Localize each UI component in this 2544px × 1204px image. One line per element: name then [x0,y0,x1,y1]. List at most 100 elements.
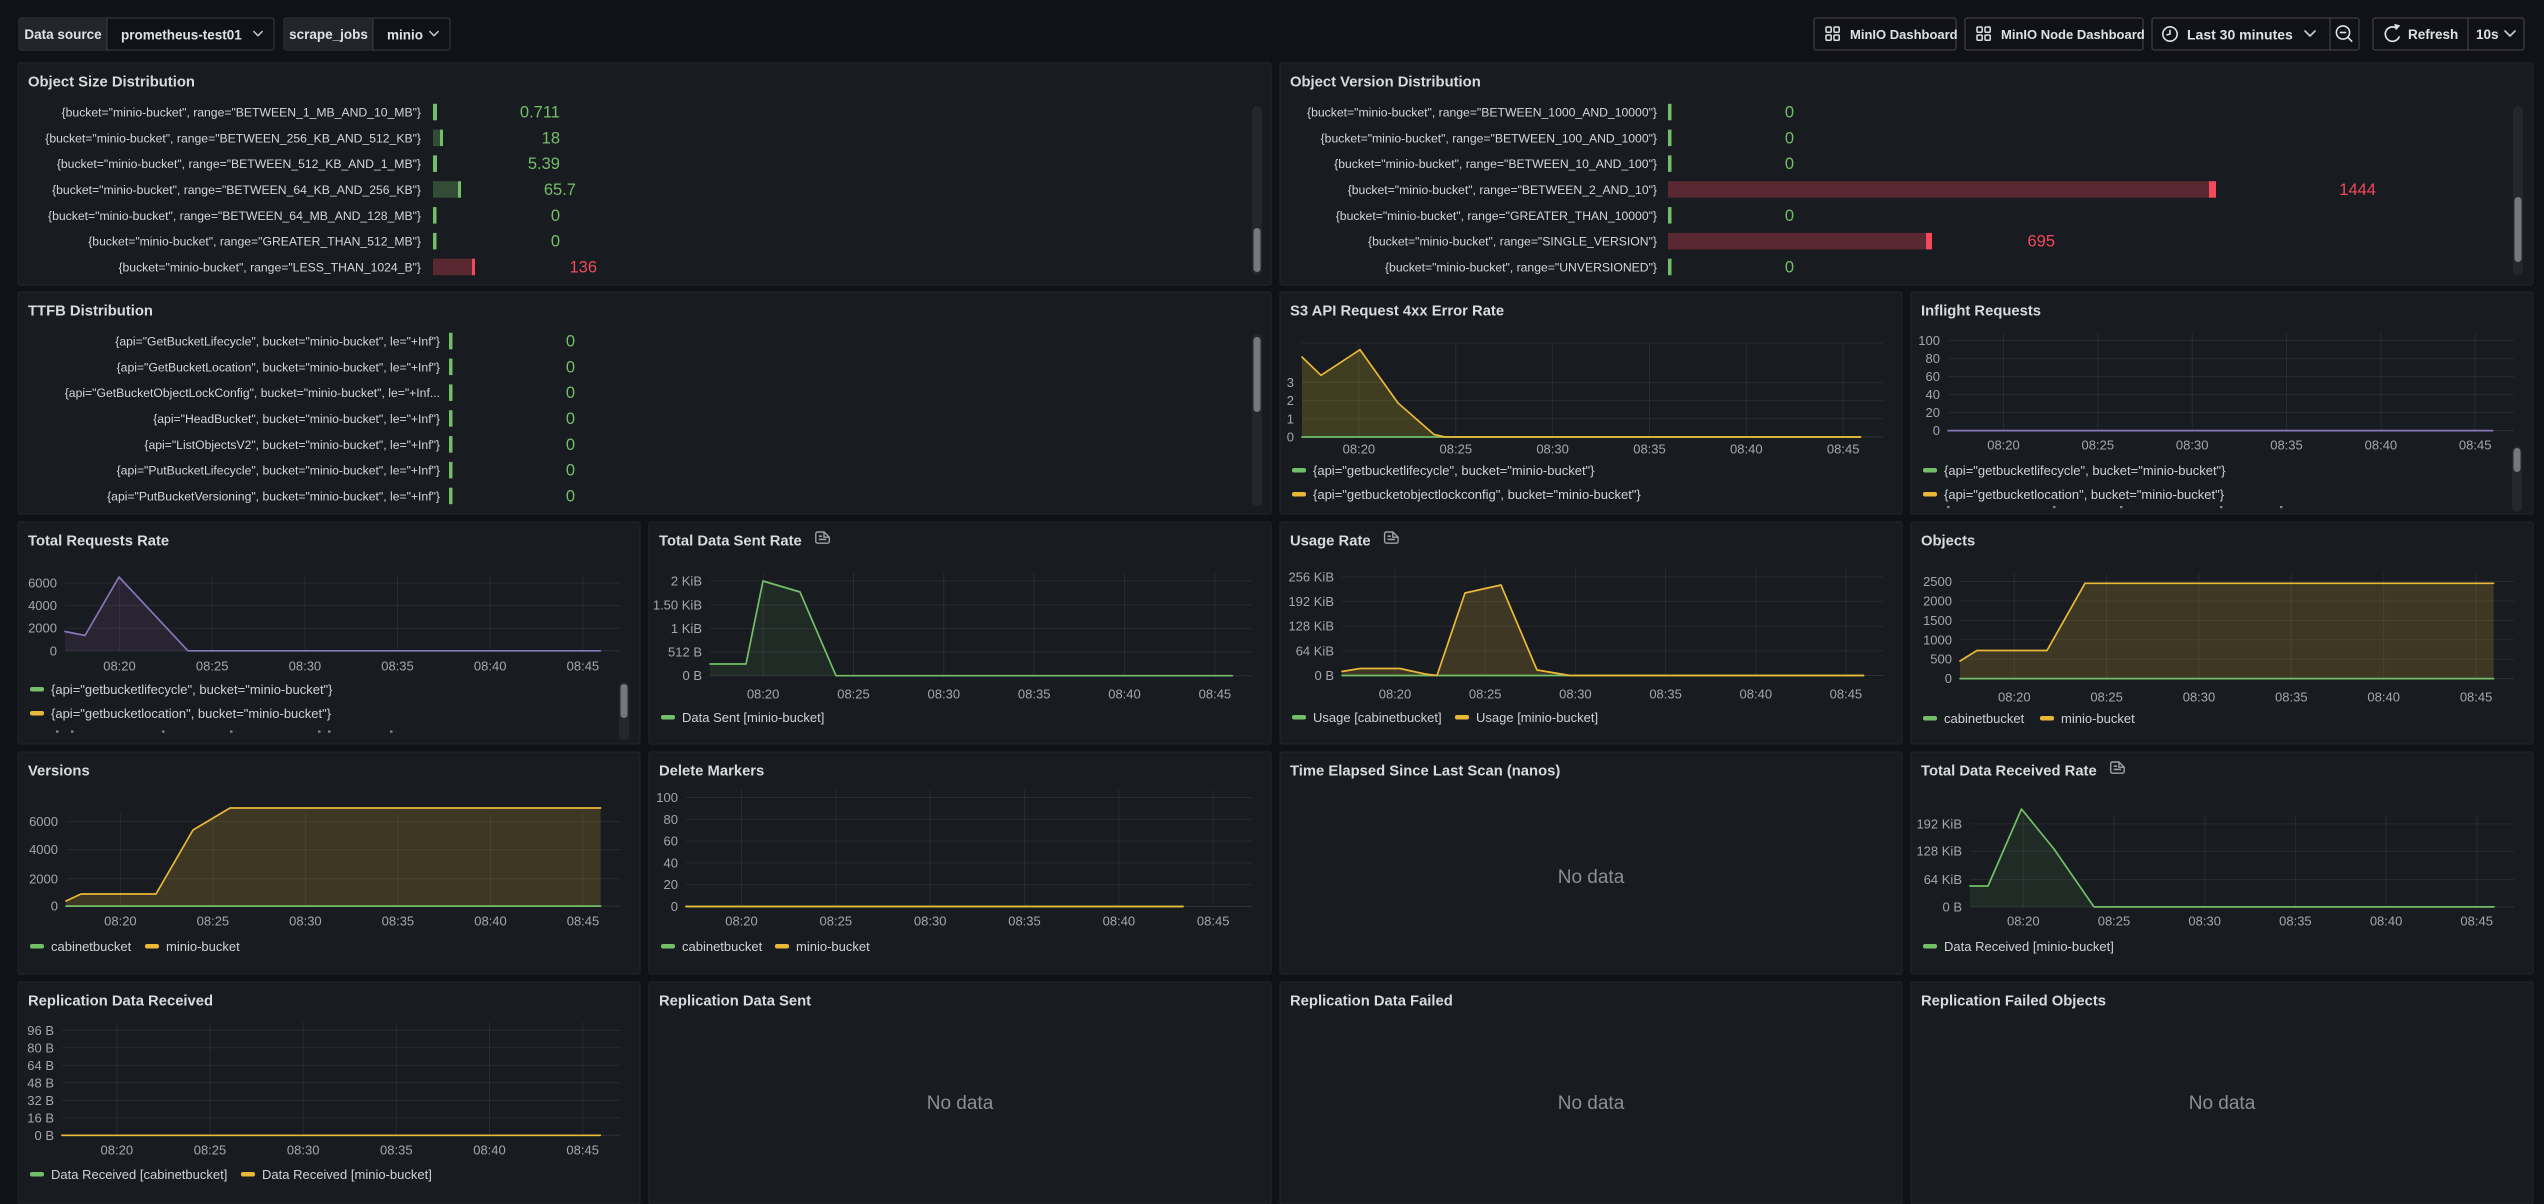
svg-text:Total Requests Rate: Total Requests Rate [28,534,169,550]
svg-text:MinIO Node Dashboard: MinIO Node Dashboard [2001,27,2145,42]
svg-text:0: 0 [1287,430,1294,445]
svg-text:{api="HeadBucket", bucket="min: {api="HeadBucket", bucket="minio-bucket"… [153,412,440,426]
svg-text:08:30: 08:30 [1559,687,1592,702]
svg-text:2000: 2000 [28,621,57,636]
svg-text:Refresh: Refresh [2408,27,2458,42]
svg-text:08:40: 08:40 [473,1143,506,1158]
svg-text:08:20: 08:20 [104,914,137,929]
svg-text:Total Data Sent Rate: Total Data Sent Rate [659,534,802,550]
svg-text:0: 0 [551,207,560,225]
svg-text:1 KiB: 1 KiB [671,621,702,636]
svg-text:08:20: 08:20 [1987,438,2020,453]
svg-text:32 B: 32 B [27,1093,54,1108]
svg-text:08:20: 08:20 [1343,442,1376,457]
svg-text:0: 0 [566,410,575,428]
svg-text:512 B: 512 B [668,645,702,660]
svg-text:08:40: 08:40 [474,914,507,929]
svg-text:08:40: 08:40 [1103,914,1136,929]
svg-text:Replication Failed Objects: Replication Failed Objects [1921,994,2106,1010]
svg-text:08:30: 08:30 [928,687,961,702]
svg-text:08:40: 08:40 [2370,914,2403,929]
svg-text:minio-bucket: minio-bucket [2061,711,2135,726]
svg-text:{bucket="minio-bucket", range=: {bucket="minio-bucket", range="BETWEEN_6… [48,209,421,223]
svg-text:192 KiB: 192 KiB [1288,594,1334,609]
svg-text:08:35: 08:35 [2270,438,2303,453]
svg-text:500: 500 [1930,652,1952,667]
svg-text:08:45: 08:45 [1830,687,1863,702]
svg-text:0 B: 0 B [682,668,702,683]
svg-text:Last 30 minutes: Last 30 minutes [2187,27,2293,43]
svg-text:{api="getbucketlocation", buck: {api="getbucketlocation", bucket="minio-… [1944,487,2225,502]
svg-text:No data: No data [1558,1093,1625,1114]
svg-text:08:30: 08:30 [289,914,322,929]
svg-text:{bucket="minio-bucket", range=: {bucket="minio-bucket", range="GREATER_T… [88,235,421,249]
svg-text:64 KiB: 64 KiB [1296,643,1334,658]
svg-text:08:40: 08:40 [1108,687,1141,702]
svg-text:08:35: 08:35 [1649,687,1682,702]
svg-text:0: 0 [566,462,575,480]
svg-text:08:25: 08:25 [2082,438,2115,453]
svg-text:16 B: 16 B [27,1110,54,1125]
svg-text:08:45: 08:45 [2460,690,2493,705]
svg-text:08:30: 08:30 [2188,914,2221,929]
svg-text:0 B: 0 B [1314,668,1334,683]
svg-text:40: 40 [1926,387,1940,402]
svg-text:128 KiB: 128 KiB [1288,619,1334,634]
svg-text:{api="getbucketlifecycle", buc: {api="getbucketlifecycle", bucket="minio… [1944,463,2226,478]
svg-text:minio: minio [387,28,423,43]
svg-text:08:35: 08:35 [1008,914,1041,929]
svg-text:MinIO Dashboard: MinIO Dashboard [1850,27,1958,42]
svg-text:08:45: 08:45 [1199,687,1232,702]
svg-text:{api="getbucketobjectlockconfi: {api="getbucketobjectlockconfig", bucket… [1313,487,1641,502]
svg-text:08:45: 08:45 [566,1143,599,1158]
svg-text:08:45: 08:45 [2460,914,2493,929]
svg-text:No data: No data [2189,1093,2256,1114]
svg-text:Object Size Distribution: Object Size Distribution [28,75,195,91]
svg-text:48 B: 48 B [27,1075,54,1090]
svg-text:Time Elapsed Since Last Scan (: Time Elapsed Since Last Scan (nanos) [1290,764,1560,780]
svg-text:Inflight Requests: Inflight Requests [1921,304,2041,320]
svg-text:{api="GetBucketObjectLockConfi: {api="GetBucketObjectLockConfig", bucket… [65,386,440,400]
svg-text:3: 3 [1287,375,1294,390]
svg-text:65.7: 65.7 [544,181,576,199]
svg-text:0: 0 [1785,207,1794,225]
svg-text:08:20: 08:20 [725,914,758,929]
svg-text:08:35: 08:35 [382,914,415,929]
svg-text:256 KiB: 256 KiB [1288,570,1334,585]
svg-text:0: 0 [671,899,678,914]
svg-text:{bucket="minio-bucket", range=: {bucket="minio-bucket", range="BETWEEN_2… [1348,183,1657,197]
svg-text:100: 100 [656,790,678,805]
svg-text:08:25: 08:25 [196,659,229,674]
svg-text:2000: 2000 [29,871,58,886]
svg-text:08:35: 08:35 [2275,690,2308,705]
svg-text:0: 0 [566,436,575,454]
svg-text:08:20: 08:20 [101,1143,134,1158]
svg-text:695: 695 [2027,233,2055,251]
svg-text:Replication Data Failed: Replication Data Failed [1290,994,1453,1010]
svg-text:Delete Markers: Delete Markers [659,764,764,780]
svg-text:scrape_jobs: scrape_jobs [289,27,368,42]
svg-text:60: 60 [1926,369,1940,384]
svg-text:08:25: 08:25 [197,914,230,929]
svg-text:{api="PutBucketVersioning", bu: {api="PutBucketVersioning", bucket="mini… [107,490,440,504]
svg-text:08:40: 08:40 [1730,442,1763,457]
svg-text:08:40: 08:40 [2367,690,2400,705]
svg-text:0: 0 [1945,671,1952,686]
svg-text:{api="getbucketlifecycle", buc: {api="getbucketlifecycle", bucket="minio… [51,682,333,697]
svg-text:S3 API Request 4xx Error Rate: S3 API Request 4xx Error Rate [1290,304,1504,320]
svg-text:08:25: 08:25 [2090,690,2123,705]
svg-text:Usage Rate: Usage Rate [1290,534,1371,550]
svg-text:08:25: 08:25 [194,1143,227,1158]
svg-text:08:30: 08:30 [1536,442,1569,457]
svg-text:64 B: 64 B [27,1058,54,1073]
svg-text:0: 0 [1785,129,1794,147]
svg-text:08:20: 08:20 [103,659,136,674]
svg-text:08:40: 08:40 [1740,687,1773,702]
svg-text:Data Received [minio-bucket]: Data Received [minio-bucket] [1944,939,2114,954]
svg-text:minio-bucket: minio-bucket [166,939,240,954]
svg-text:0 B: 0 B [34,1128,54,1143]
svg-text:2 KiB: 2 KiB [671,574,702,589]
svg-text:{bucket="minio-bucket", range=: {bucket="minio-bucket", range="BETWEEN_2… [45,131,421,145]
svg-text:{bucket="minio-bucket", range=: {bucket="minio-bucket", range="BETWEEN_1… [1307,106,1657,120]
svg-text:0: 0 [566,384,575,402]
